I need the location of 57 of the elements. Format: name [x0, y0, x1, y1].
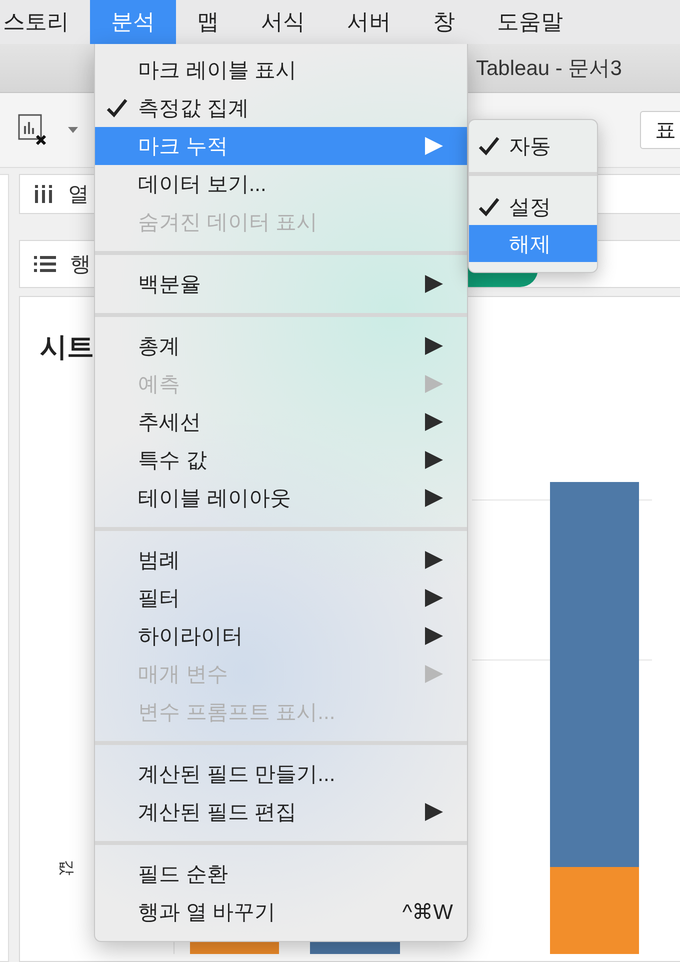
menu-item-label: 하이라이터 — [138, 624, 244, 650]
menu-item[interactable]: 설정 — [469, 188, 597, 225]
rows-icon — [34, 256, 56, 272]
menu-item[interactable]: 필드 순환 — [95, 855, 467, 893]
chart-clear-icon[interactable] — [18, 114, 48, 146]
menu-item-label: 추세선 — [138, 410, 202, 436]
axis-label: 값 — [56, 860, 76, 876]
menu-item-label: 측정값 집계 — [138, 96, 250, 122]
sheet-title: 시트 — [40, 331, 94, 364]
menu-item-label: 특수 값 — [138, 448, 208, 474]
menu-bar-item[interactable]: 창 — [412, 0, 476, 44]
menu-item-label: 숨겨진 데이터 표시 — [138, 210, 319, 236]
toolbar-button[interactable]: 표 — [640, 111, 680, 149]
menu-item-label: 데이터 보기... — [138, 172, 268, 198]
menu-bar-item[interactable]: 서식 — [240, 0, 326, 44]
menu-item[interactable]: 범례 — [95, 541, 467, 579]
menu-bar-item[interactable]: 맵 — [176, 0, 240, 44]
menu-item-label: 필터 — [138, 586, 181, 612]
caret-icon[interactable] — [68, 127, 78, 133]
menu-bar-item[interactable]: 서버 — [326, 0, 412, 44]
menu-item[interactable]: 총계 — [95, 327, 467, 365]
menu-item-label: 백분율 — [138, 272, 202, 298]
menu-item-label: 설정 — [509, 194, 552, 220]
menu-item-label: 테이블 레이아웃 — [138, 486, 292, 512]
menu-bar-item[interactable]: 스토리 — [0, 0, 90, 44]
menu-item[interactable]: 계산된 필드 편집 — [95, 793, 467, 831]
menu-item[interactable]: 하이라이터 — [95, 617, 467, 655]
menu-item[interactable]: 행과 열 바꾸기 ^⌘W — [95, 893, 467, 931]
menu-item-label: 마크 레이블 표시 — [138, 58, 298, 84]
menu-bar-item[interactable]: 도움말 — [476, 0, 584, 44]
menu-item-label: 매개 변수 — [138, 662, 229, 688]
menu-item-label: 해제 — [509, 232, 552, 258]
menu-item[interactable]: 마크 레이블 표시 — [95, 51, 467, 89]
menu-item[interactable]: 데이터 보기... — [95, 165, 467, 203]
menu-item[interactable]: 테이블 레이아웃 — [95, 479, 467, 517]
menu-item-label: 총계 — [138, 334, 181, 360]
menu-item[interactable]: 백분율 — [95, 265, 467, 303]
menu-item-label: 행과 열 바꾸기 — [138, 900, 277, 926]
menu-item[interactable]: 자동 — [469, 127, 597, 164]
window-title: Tableau - 문서3 — [476, 56, 622, 82]
menu-item-label: 범례 — [138, 548, 181, 574]
shelf-label: 행 — [70, 252, 91, 278]
menu-item-label: 마크 누적 — [138, 134, 229, 160]
menu-item-label: 필드 순환 — [138, 862, 229, 888]
menu-item[interactable]: 추세선 — [95, 403, 467, 441]
menu-item[interactable]: 계산된 필드 만들기... — [95, 755, 467, 793]
menu-item-label: 변수 프롬프트 표시... — [138, 700, 336, 726]
columns-icon — [34, 185, 54, 203]
menu-item-label: 예측 — [138, 372, 181, 398]
shelf-label: 열 — [68, 182, 89, 208]
menu-item[interactable]: 특수 값 — [95, 441, 467, 479]
shortcut-label: ^⌘W — [402, 900, 453, 924]
menu-item-label: 자동 — [509, 134, 552, 160]
menu-item[interactable]: 필터 — [95, 579, 467, 617]
menu-item-label: 계산된 필드 편집 — [138, 800, 298, 826]
menu-item[interactable]: 측정값 집계 — [95, 89, 467, 127]
menu-item-label: 계산된 필드 만들기... — [138, 762, 336, 788]
